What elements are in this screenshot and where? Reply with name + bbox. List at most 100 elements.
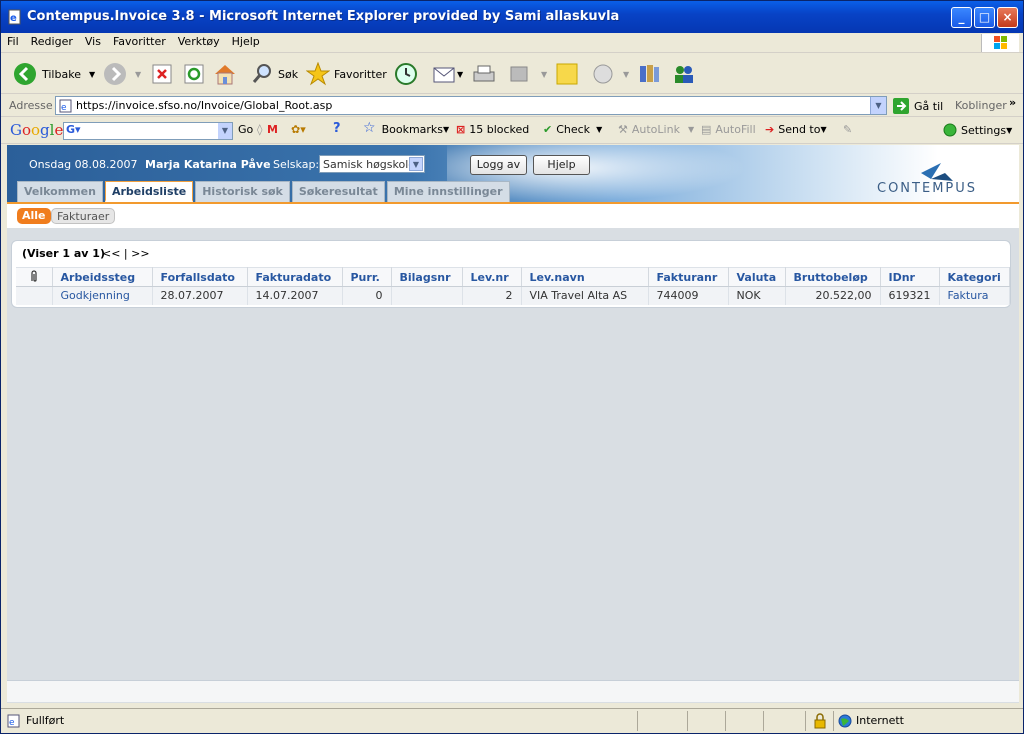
- tab-search-results[interactable]: Søkeresultat: [291, 181, 385, 202]
- user-name: Marja Katarina Påve: [145, 158, 271, 171]
- browser-window: e Contempus.Invoice 3.8 - Microsoft Inte…: [0, 0, 1024, 734]
- back-button[interactable]: Tilbake ▼: [13, 61, 95, 87]
- cell-gross-amount: 20.522,00: [785, 286, 881, 305]
- history-button[interactable]: [394, 61, 418, 87]
- company-select[interactable]: Samisk høgskole ▼: [319, 155, 425, 173]
- spell-check-button[interactable]: ✔ Check ▼: [543, 123, 602, 136]
- send-to-icon: ➔: [765, 123, 775, 136]
- home-button[interactable]: [213, 61, 237, 87]
- edit-button[interactable]: ▼: [509, 61, 547, 87]
- cell-currency: NOK: [728, 286, 786, 305]
- home-icon: [215, 65, 235, 85]
- filter-all-button[interactable]: Alle: [17, 208, 51, 224]
- stop-button[interactable]: [151, 61, 173, 87]
- column-header[interactable]: Purr.: [342, 267, 392, 287]
- column-header[interactable]: Fakturanr: [648, 267, 729, 287]
- table-header-row: Arbeidssteg Forfallsdato Fakturadato Pur…: [16, 267, 1010, 287]
- bookmarks-button[interactable]: ☆ Bookmarks ▼: [363, 120, 449, 136]
- lock-icon: [814, 713, 826, 729]
- gmail-icon[interactable]: M: [267, 123, 278, 136]
- pencil-icon[interactable]: ✎: [843, 123, 852, 136]
- tab-worklist[interactable]: Arbeidsliste: [104, 181, 194, 202]
- settings-green-icon: [943, 123, 957, 137]
- discuss-button[interactable]: [555, 61, 579, 87]
- print-button[interactable]: [472, 61, 496, 87]
- mail-icon: [433, 67, 455, 83]
- close-button[interactable]: ×: [997, 7, 1018, 28]
- help-button[interactable]: Hjelp: [533, 155, 590, 175]
- menu-view[interactable]: Vis: [79, 33, 107, 51]
- google-g-icon: G▾: [66, 123, 81, 136]
- address-dropdown-icon[interactable]: ▼: [870, 97, 886, 114]
- search-button[interactable]: Søk: [251, 61, 298, 87]
- table-row[interactable]: Godkjenning 28.07.2007 14.07.2007 0 2 VI…: [16, 286, 1010, 305]
- star-icon: [306, 62, 330, 86]
- menu-favorites[interactable]: Favoritter: [107, 33, 172, 51]
- help-question-icon[interactable]: ?: [333, 121, 341, 136]
- minimize-button[interactable]: _: [951, 7, 972, 28]
- google-go-button[interactable]: Go: [238, 123, 253, 136]
- web-page: Onsdag 08.08.2007 Marja Katarina Påve Se…: [7, 145, 1019, 703]
- column-header[interactable]: Kategori: [939, 267, 1010, 287]
- popup-blocker-button[interactable]: ⊠ 15 blocked: [456, 123, 529, 136]
- column-header[interactable]: Forfallsdato: [152, 267, 248, 287]
- column-header[interactable]: IDnr: [880, 267, 940, 287]
- attachment-cell: [16, 286, 53, 305]
- cell-supplier-name: VIA Travel Alta AS: [521, 286, 649, 305]
- back-arrow-icon: [14, 63, 36, 85]
- column-header[interactable]: Valuta: [728, 267, 786, 287]
- tab-history-search[interactable]: Historisk søk: [195, 181, 290, 202]
- favorites-button[interactable]: Favoritter: [306, 61, 387, 87]
- column-header[interactable]: Fakturadato: [247, 267, 343, 287]
- menu-edit[interactable]: Rediger: [25, 33, 79, 51]
- pagination-nav[interactable]: << | >>: [102, 247, 150, 260]
- messenger-button[interactable]: ▼: [591, 61, 629, 87]
- maximize-button[interactable]: □: [974, 7, 995, 28]
- chevron-down-icon: ▼: [409, 157, 423, 171]
- tab-welcome[interactable]: Velkommen: [17, 181, 103, 202]
- research-button[interactable]: [637, 61, 661, 87]
- autofill-button[interactable]: ▤ AutoFill: [701, 123, 756, 136]
- forward-button[interactable]: ▼: [103, 61, 141, 87]
- arrows-icon[interactable]: ◊: [257, 123, 262, 136]
- column-header[interactable]: Bruttobeløp: [785, 267, 881, 287]
- logout-button[interactable]: Logg av: [470, 155, 527, 175]
- chevron-right-icon[interactable]: »: [1009, 96, 1016, 109]
- attachment-column-header[interactable]: [16, 267, 53, 287]
- go-button[interactable]: Gå til: [893, 98, 943, 114]
- bookmark-sites-icon[interactable]: ✿▾: [291, 123, 306, 136]
- status-text: Fullført: [26, 714, 65, 727]
- refresh-button[interactable]: [183, 61, 205, 87]
- autofill-icon: ▤: [701, 123, 712, 136]
- address-input[interactable]: e https://invoice.sfso.no/Invoice/Global…: [55, 96, 887, 115]
- menu-tools[interactable]: Verktøy: [172, 33, 226, 51]
- autolink-button[interactable]: ⚒ AutoLink ▼: [618, 123, 694, 136]
- cell-step[interactable]: Godkjenning: [52, 286, 153, 305]
- links-button[interactable]: Koblinger: [955, 99, 1007, 112]
- google-dropdown-icon[interactable]: ▼: [218, 123, 232, 139]
- google-search-input[interactable]: G▾ ▼: [63, 122, 233, 140]
- worklist-panel: (Viser 1 av 1) << | >> Arbeidssteg Forfa…: [11, 240, 1011, 308]
- column-header[interactable]: Lev.nr: [462, 267, 522, 287]
- menu-file[interactable]: Fil: [1, 33, 25, 51]
- history-icon: [395, 63, 417, 85]
- svg-text:e: e: [9, 718, 15, 728]
- column-header[interactable]: Arbeidssteg: [52, 267, 153, 287]
- settings-button[interactable]: Settings ▼: [943, 123, 1012, 137]
- filter-invoices-button[interactable]: Fakturaer: [51, 208, 116, 224]
- current-date: Onsdag 08.08.2007: [29, 158, 138, 171]
- svg-text:e: e: [61, 103, 67, 113]
- svg-text:e: e: [10, 13, 17, 24]
- send-to-button[interactable]: ➔ Send to ▼: [765, 123, 827, 136]
- cell-category[interactable]: Faktura: [939, 286, 1010, 305]
- printer-icon: [473, 65, 495, 82]
- app-header: Onsdag 08.08.2007 Marja Katarina Påve Se…: [7, 145, 1019, 202]
- contacts-button[interactable]: [671, 61, 697, 87]
- column-header[interactable]: Bilagsnr: [391, 267, 463, 287]
- tab-my-settings[interactable]: Mine innstillinger: [386, 181, 510, 202]
- mail-button[interactable]: ▼: [433, 61, 463, 87]
- page-done-icon: e: [7, 714, 20, 728]
- column-header[interactable]: Lev.navn: [521, 267, 649, 287]
- menu-help[interactable]: Hjelp: [226, 33, 266, 51]
- forward-arrow-icon: [104, 63, 126, 85]
